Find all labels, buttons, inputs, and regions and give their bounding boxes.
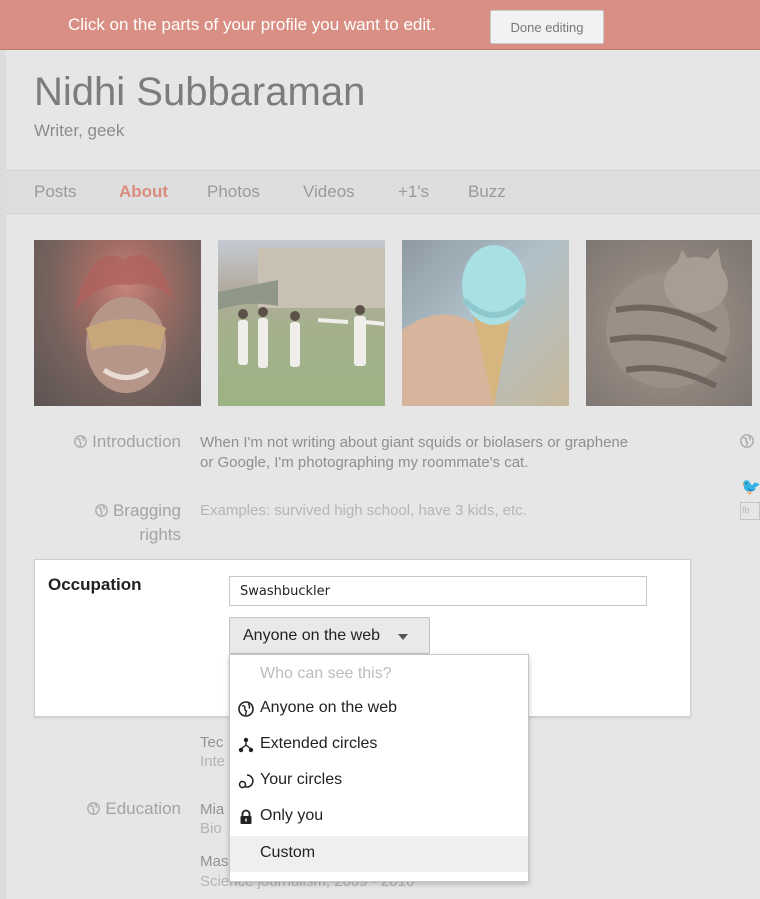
bragging-rights-label: Bragging rights	[55, 499, 181, 547]
tab-posts[interactable]: Posts	[34, 182, 77, 202]
profile-photo-ice-cream[interactable]	[402, 240, 569, 406]
tab-plus-ones[interactable]: +1's	[398, 182, 429, 202]
tab-about[interactable]: About	[119, 182, 168, 202]
visibility-select-label: Anyone on the web	[243, 626, 380, 644]
visibility-option-anyone[interactable]: Anyone on the web	[230, 691, 528, 727]
education-line-3: Mas	[200, 853, 229, 870]
employment-line-2: Inte	[200, 753, 226, 770]
globe-icon	[740, 434, 754, 448]
visibility-option-custom[interactable]: Custom	[230, 836, 528, 872]
edit-mode-message: Click on the parts of your profile you w…	[68, 15, 436, 34]
globe-icon	[87, 802, 101, 815]
occupation-label: Occupation	[48, 575, 142, 594]
bragging-label-line-1: Bragging	[112, 501, 181, 520]
introduction-line-1: When I'm not writing about giant squids …	[200, 434, 629, 451]
employment-line-1: Tec	[200, 734, 224, 751]
visibility-option-your-circles[interactable]: Your circles	[230, 763, 528, 799]
visibility-option-extended-circles[interactable]: Extended circles	[230, 727, 528, 763]
profile-photo-masquerade[interactable]	[34, 240, 201, 406]
visibility-option-only-you[interactable]: Only you	[230, 799, 528, 835]
side-visibility-indicator	[740, 434, 754, 453]
chevron-down-icon	[398, 634, 408, 640]
facebook-link-icon[interactable]: fb	[740, 502, 760, 520]
introduction-label: Introduction	[55, 430, 181, 454]
introduction-value[interactable]: When I'm not writing about giant squids …	[200, 433, 720, 473]
visibility-option-only-you-label: Only you	[260, 807, 324, 824]
visibility-option-extended-circles-label: Extended circles	[260, 735, 378, 752]
visibility-menu-header: Who can see this?	[260, 665, 392, 682]
cat-photo-illustration	[606, 248, 730, 389]
group-photo-illustration	[218, 248, 385, 368]
visibility-select[interactable]: Anyone on the web	[229, 617, 430, 654]
ice-cream-illustration	[402, 245, 527, 406]
visibility-menu: Who can see this? Anyone on the web Exte…	[229, 654, 529, 882]
introduction-label-text: Introduction	[92, 432, 181, 451]
tab-buzz[interactable]: Buzz	[468, 182, 506, 202]
lock-icon	[240, 809, 252, 824]
profile-photo-cat[interactable]	[586, 240, 752, 406]
bragging-label-line-2: rights	[139, 525, 181, 544]
globe-icon	[238, 701, 254, 717]
profile-photo-group[interactable]	[218, 240, 385, 406]
profile-tagline[interactable]: Writer, geek	[34, 121, 124, 141]
visibility-option-your-circles-label: Your circles	[260, 771, 343, 788]
bragging-rights-placeholder[interactable]: Examples: survived high school, have 3 k…	[200, 501, 720, 521]
visibility-option-anyone-label: Anyone on the web	[260, 699, 397, 716]
globe-icon	[74, 435, 88, 448]
education-line-2: Bio	[200, 820, 222, 837]
done-editing-button[interactable]: Done editing	[490, 10, 604, 44]
edit-mode-banner: Click on the parts of your profile you w…	[0, 0, 760, 50]
tab-videos[interactable]: Videos	[303, 182, 355, 202]
introduction-line-2: or Google, I'm photographing my roommate…	[200, 454, 529, 471]
profile-name[interactable]: Nidhi Subbaraman	[34, 70, 365, 115]
education-line-1: Mia	[200, 801, 225, 818]
education-label: Education	[55, 797, 181, 821]
visibility-option-custom-label: Custom	[260, 844, 316, 861]
twitter-bird-icon[interactable]: 🐦	[741, 477, 760, 497]
masquerade-illustration	[74, 255, 174, 393]
circles-icon	[238, 774, 254, 789]
profile-tabs: Posts About Photos Videos +1's Buzz	[6, 170, 760, 214]
tab-photos[interactable]: Photos	[207, 182, 260, 202]
globe-icon	[95, 504, 108, 517]
extended-circles-icon	[238, 737, 254, 753]
education-label-text: Education	[105, 799, 181, 818]
occupation-input[interactable]	[229, 576, 647, 606]
